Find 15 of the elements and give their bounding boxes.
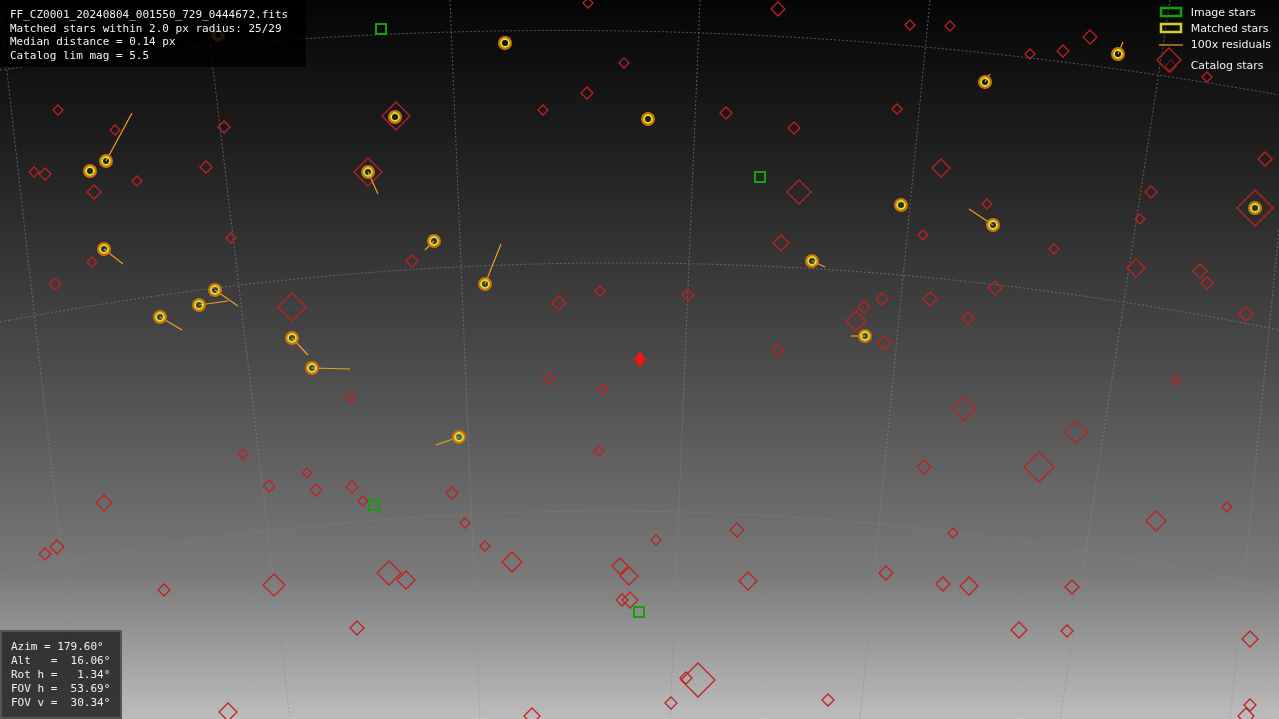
info-line: Alt = 16.06° — [11, 654, 111, 668]
info-line: Rot h = 1.34° — [11, 668, 111, 682]
info-line: Azim = 179.60° — [11, 640, 105, 654]
legend-label: Image stars — [1190, 4, 1256, 21]
info-line: Median distance = 0.14 px — [10, 35, 177, 49]
rectangle-icon — [1158, 22, 1183, 36]
info-line: FF_CZ0001_20240804_001550_729_0444672.fits — [10, 8, 290, 22]
info-line: FOV v = 30.34° — [11, 696, 111, 710]
rectangle-icon — [1158, 6, 1183, 20]
legend-label: 100x residuals — [1190, 36, 1271, 53]
info-line: Matched stars within 2.0 px radius: 25/29 — [10, 21, 283, 35]
info-line: Catalog lim mag = 5.5 — [10, 48, 151, 62]
legend-label: Matched stars — [1190, 20, 1269, 37]
legend-label: Catalog stars — [1190, 57, 1264, 74]
info-line: FOV h = 53.69° — [11, 682, 111, 696]
